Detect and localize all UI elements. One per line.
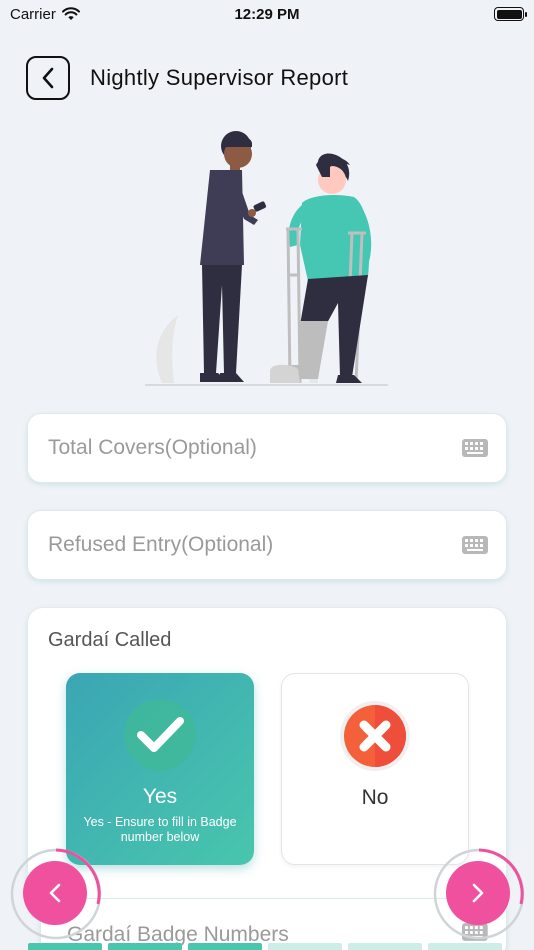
refused-entry-field: [27, 510, 507, 580]
status-time: 12:29 PM: [234, 5, 300, 23]
gardai-called-title: Gardaí Called: [48, 629, 172, 651]
progress-segment: [348, 943, 422, 950]
header-illustration: [145, 131, 388, 386]
chevron-left-icon: [49, 883, 61, 903]
person-left: [200, 131, 267, 382]
total-covers-input[interactable]: [48, 436, 448, 460]
keyboard-icon: [462, 439, 488, 457]
carrier-label: Carrier: [10, 5, 56, 23]
battery-icon: [494, 7, 527, 21]
gardai-called-yes-option[interactable]: Yes Yes - Ensure to fill in Badge number…: [66, 673, 254, 865]
progress-indicator: [28, 943, 502, 950]
progress-segment: [268, 943, 342, 950]
progress-segment: [188, 943, 262, 950]
status-left: Carrier: [10, 6, 80, 23]
gardai-called-no-option[interactable]: No: [281, 673, 469, 865]
refused-entry-input[interactable]: [48, 533, 448, 557]
chevron-right-icon: [472, 883, 484, 903]
next-button[interactable]: [433, 848, 525, 940]
person-right: [270, 153, 372, 384]
status-bar: Carrier 12:29 PM: [0, 0, 534, 28]
back-button[interactable]: [26, 56, 70, 100]
yes-sublabel: Yes - Ensure to fill in Badge number bel…: [83, 815, 237, 844]
progress-segment: [108, 943, 182, 950]
yes-label: Yes: [142, 785, 178, 808]
x-circle-icon: [340, 701, 410, 771]
wifi-icon: [61, 7, 80, 20]
progress-segment: [28, 943, 102, 950]
previous-button[interactable]: [10, 848, 102, 940]
chevron-left-icon: [42, 67, 54, 89]
progress-segment: [428, 943, 502, 950]
check-circle-icon: [124, 699, 196, 771]
keyboard-icon: [462, 536, 488, 554]
total-covers-field: [27, 413, 507, 483]
header: Nightly Supervisor Report: [26, 56, 514, 100]
page-title: Nightly Supervisor Report: [90, 65, 349, 90]
no-label: No: [361, 786, 389, 809]
